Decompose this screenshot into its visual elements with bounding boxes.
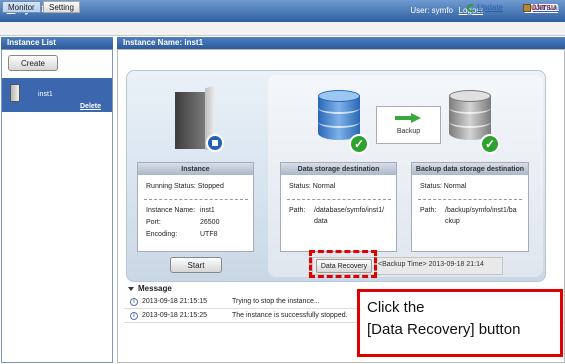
instance-card-title: Instance	[138, 163, 253, 175]
message-time: 2013-09-18 21:15:25	[142, 312, 207, 319]
port-value: 26500	[200, 219, 220, 226]
backup-path-value: /backup/symfo/inst1/ba	[445, 207, 517, 214]
tab-setting[interactable]: Setting	[43, 1, 80, 13]
divider	[418, 199, 522, 200]
data-path-value: /database/symfo/inst1/	[314, 207, 385, 214]
tab-monitor[interactable]: Monitor	[2, 1, 41, 13]
create-button[interactable]: Create	[8, 55, 58, 71]
check-icon: ✓	[480, 134, 500, 154]
message-section-title: Message	[138, 284, 172, 293]
instance-item-label: inst1	[38, 91, 53, 98]
database-top	[318, 90, 360, 102]
highlight-box	[309, 250, 377, 278]
start-button[interactable]: Start	[170, 257, 222, 273]
backup-path-label: Path:	[420, 207, 437, 214]
instance-name-label: Instance Name:	[146, 207, 196, 214]
backup-button-label: Backup	[396, 128, 421, 135]
backup-storage-status: Status: Normal	[420, 183, 467, 190]
backup-storage-title: Backup data storage destination	[412, 163, 528, 175]
encoding-value: UTF8	[200, 231, 218, 238]
port-label: Port:	[146, 219, 161, 226]
callout-text-line2: [Data Recovery] button	[367, 321, 521, 338]
update-link[interactable]: Update	[467, 3, 503, 12]
arrow-right-icon	[395, 113, 421, 123]
backup-path-value-cont: ckup	[445, 218, 460, 225]
encoding-label: Encoding:	[146, 231, 178, 238]
delete-link[interactable]: Delete	[80, 103, 101, 110]
divider	[144, 199, 248, 200]
info-icon: i	[130, 312, 138, 320]
database-body	[449, 96, 491, 140]
data-path-label: Path:	[289, 207, 306, 214]
backup-button[interactable]	[376, 106, 441, 144]
page-title: Instance Name: inst1	[117, 37, 565, 49]
info-icon: i	[130, 298, 138, 306]
stop-status-icon	[206, 134, 224, 152]
running-status: Running Status: Stopped	[146, 183, 224, 190]
instance-name-value: inst1	[200, 207, 215, 214]
tab-row	[0, 22, 565, 36]
instance-list-title: Instance List	[1, 37, 113, 49]
refresh-icon	[467, 3, 476, 12]
data-storage-title: Data storage destination	[281, 163, 396, 175]
data-path-value-cont: data	[314, 218, 328, 225]
manual-label: Manual	[532, 3, 559, 12]
message-text: The instance is successfully stopped.	[232, 312, 348, 319]
user-label: User: symfo	[410, 6, 453, 15]
data-storage-status: Status: Normal	[289, 183, 336, 190]
database-top	[449, 90, 491, 102]
database-body	[318, 96, 360, 140]
manual-link[interactable]: Manual	[522, 3, 559, 12]
server-front	[175, 92, 205, 149]
callout-text-line1: Click the	[367, 299, 425, 316]
instance-card: Instance Running Status: Stopped Instanc…	[137, 162, 254, 252]
collapse-triangle-icon[interactable]	[128, 287, 134, 291]
message-time: 2013-09-18 21:15:15	[142, 298, 207, 305]
backup-time-label: <Backup Time> 2013-09-18 21:14	[378, 261, 484, 268]
backup-storage-card: Backup data storage destination Status: …	[411, 162, 529, 252]
server-icon	[10, 84, 20, 102]
divider	[287, 199, 391, 200]
stop-square	[212, 140, 218, 146]
message-text: Trying to stop the instance...	[232, 298, 320, 305]
update-label: Update	[477, 3, 503, 12]
data-storage-card: Data storage destination Status: Normal …	[280, 162, 397, 252]
check-icon: ✓	[349, 134, 369, 154]
book-icon	[522, 3, 531, 12]
